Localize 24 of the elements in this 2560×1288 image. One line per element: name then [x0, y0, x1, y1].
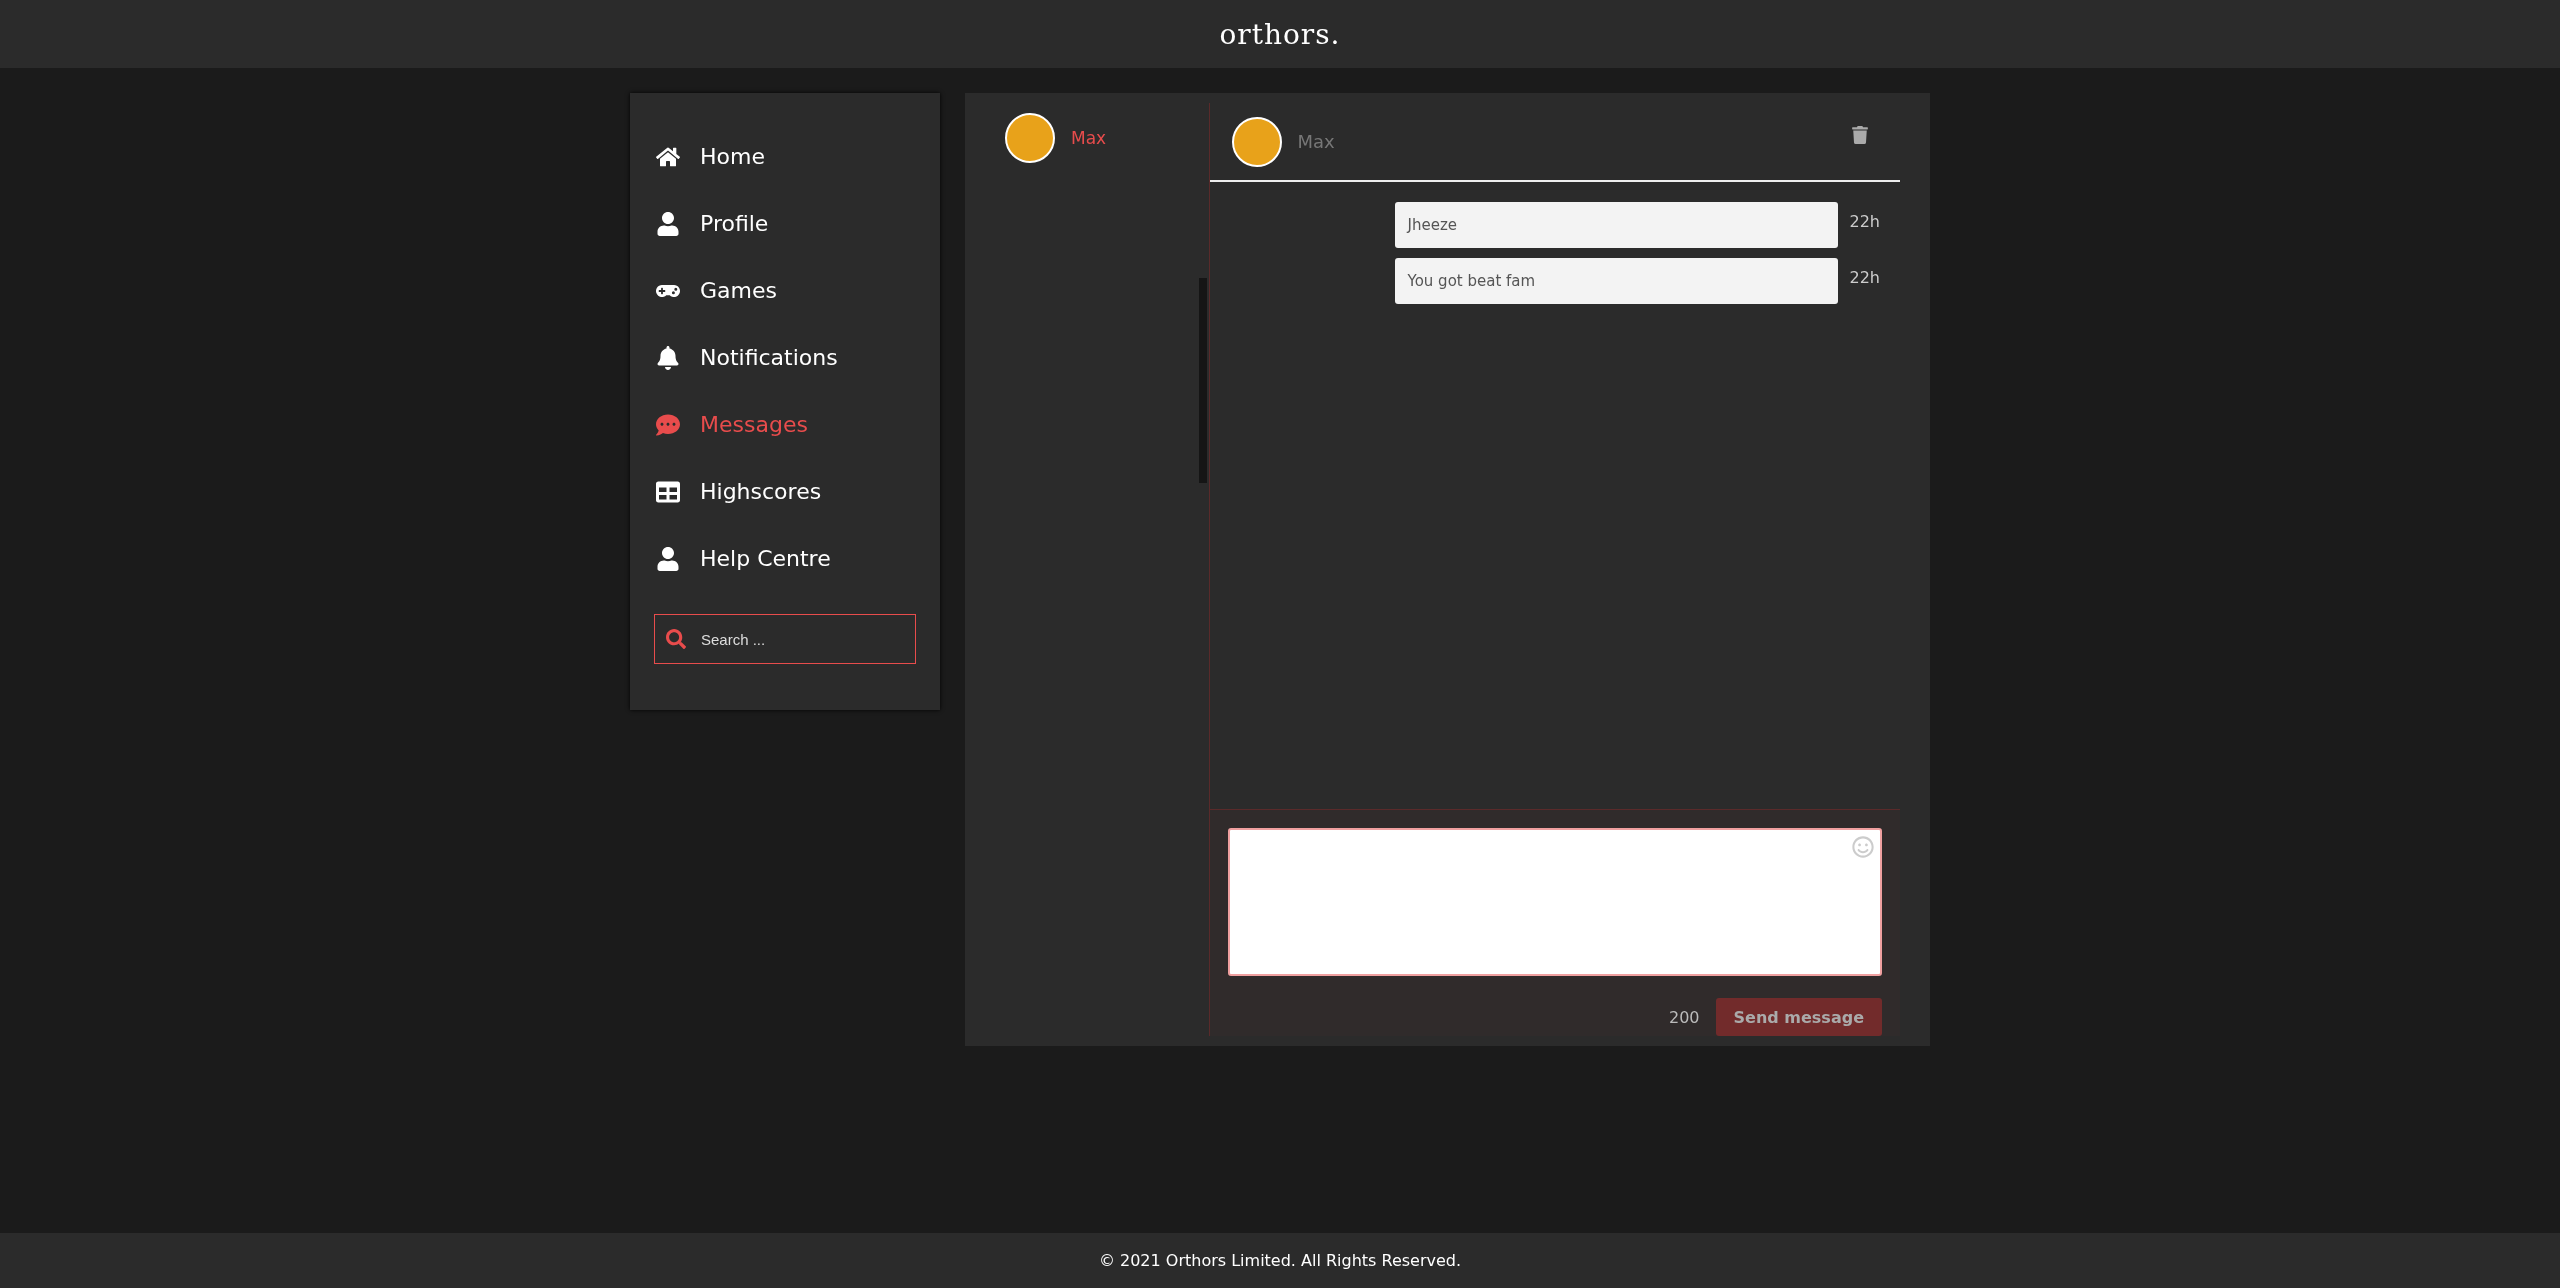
message-input[interactable] — [1227, 828, 1882, 976]
search-field[interactable]: Search ... — [654, 614, 916, 664]
smiley-icon[interactable] — [1852, 836, 1874, 858]
chat-bubble-icon — [654, 412, 682, 437]
nav-link[interactable]: Notifications — [654, 324, 916, 391]
nav-link[interactable]: Help Centre — [654, 525, 916, 592]
nav-link[interactable]: Games — [654, 257, 916, 324]
character-counter: 200 — [1669, 1007, 1700, 1027]
table-icon — [654, 479, 682, 504]
nav-link[interactable]: Messages — [654, 391, 916, 458]
message-bubble: You got beat fam — [1394, 258, 1838, 304]
copyright-text: © 2021 Orthors Limited. All Rights Reserved. — [1098, 1251, 1462, 1270]
nav-link[interactable]: Profile — [654, 190, 916, 257]
nav-link[interactable]: Highscores — [654, 458, 916, 525]
message-time: 22h — [1849, 267, 1880, 287]
conversation-item[interactable]: Max — [1005, 113, 1209, 163]
logo[interactable]: orthors. — [1219, 17, 1341, 51]
search-icon — [666, 629, 686, 649]
message-time: 22h — [1849, 211, 1880, 231]
trash-icon — [1851, 126, 1869, 144]
nav-link[interactable]: Home — [654, 123, 916, 190]
contact-name: Max — [1297, 131, 1336, 152]
avatar — [1005, 113, 1055, 163]
message-bubble: Jheeze — [1394, 202, 1838, 248]
